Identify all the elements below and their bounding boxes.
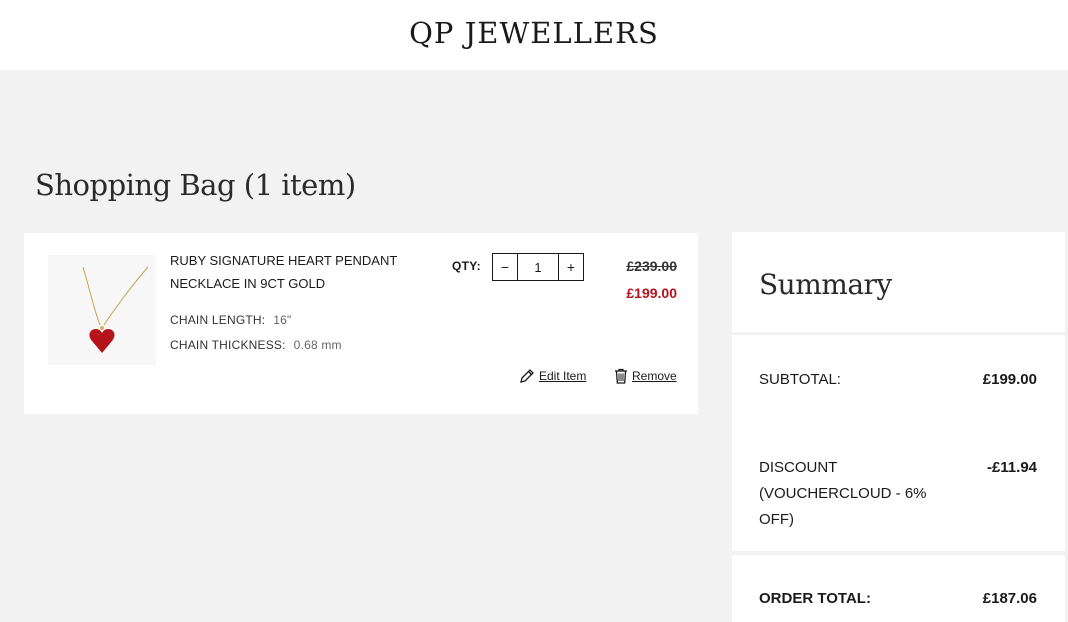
sale-price: £199.00 <box>626 285 677 301</box>
product-thumbnail[interactable] <box>48 255 156 365</box>
edit-item-link[interactable]: Edit Item <box>519 368 586 384</box>
summary-total: ORDER TOTAL: £187.06 <box>732 555 1065 622</box>
attribute-label: CHAIN THICKNESS: <box>170 338 286 352</box>
product-name[interactable]: RUBY SIGNATURE HEART PENDANT NECKLACE IN… <box>170 249 420 295</box>
edit-item-label: Edit Item <box>539 369 587 383</box>
summary-breakdown: SUBTOTAL: £199.00 DISCOUNT (VOUCHERCLOUD… <box>732 335 1065 551</box>
order-total-value: £187.06 <box>982 590 1037 607</box>
quantity-input[interactable]: 1 <box>518 254 558 280</box>
trash-icon <box>615 368 627 384</box>
chain-thickness-attribute: CHAIN THICKNESS: 0.68 mm <box>170 338 342 352</box>
decrease-quantity-button[interactable]: − <box>493 254 518 280</box>
site-header: QP JEWELLERS <box>0 0 1068 70</box>
pencil-icon <box>520 369 534 383</box>
ruby-heart-necklace-image <box>82 266 149 353</box>
quantity-label: QTY: <box>452 259 481 273</box>
attribute-label: CHAIN LENGTH: <box>170 313 266 327</box>
remove-item-label: Remove <box>632 369 677 383</box>
page-title: Shopping Bag (1 item) <box>35 168 356 202</box>
remove-item-link[interactable]: Remove <box>614 368 677 384</box>
summary-header: Summary <box>732 232 1065 332</box>
order-total-label: ORDER TOTAL: <box>759 590 871 607</box>
chain-length-attribute: CHAIN LENGTH: 16" <box>170 313 292 327</box>
attribute-value: 0.68 mm <box>293 338 342 352</box>
attribute-value: 16" <box>273 313 292 327</box>
original-price: £239.00 <box>626 258 677 274</box>
summary-title: Summary <box>759 268 892 301</box>
brand-logo[interactable]: QP JEWELLERS <box>409 16 659 50</box>
subtotal-label: SUBTOTAL: <box>759 371 841 388</box>
cart-item-card: RUBY SIGNATURE HEART PENDANT NECKLACE IN… <box>24 233 698 414</box>
quantity-stepper: − 1 + <box>492 253 584 281</box>
discount-value: -£11.94 <box>986 459 1037 476</box>
subtotal-value: £199.00 <box>982 371 1037 388</box>
discount-label: DISCOUNT (VOUCHERCLOUD - 6% OFF) <box>759 459 927 528</box>
increase-quantity-button[interactable]: + <box>558 254 583 280</box>
